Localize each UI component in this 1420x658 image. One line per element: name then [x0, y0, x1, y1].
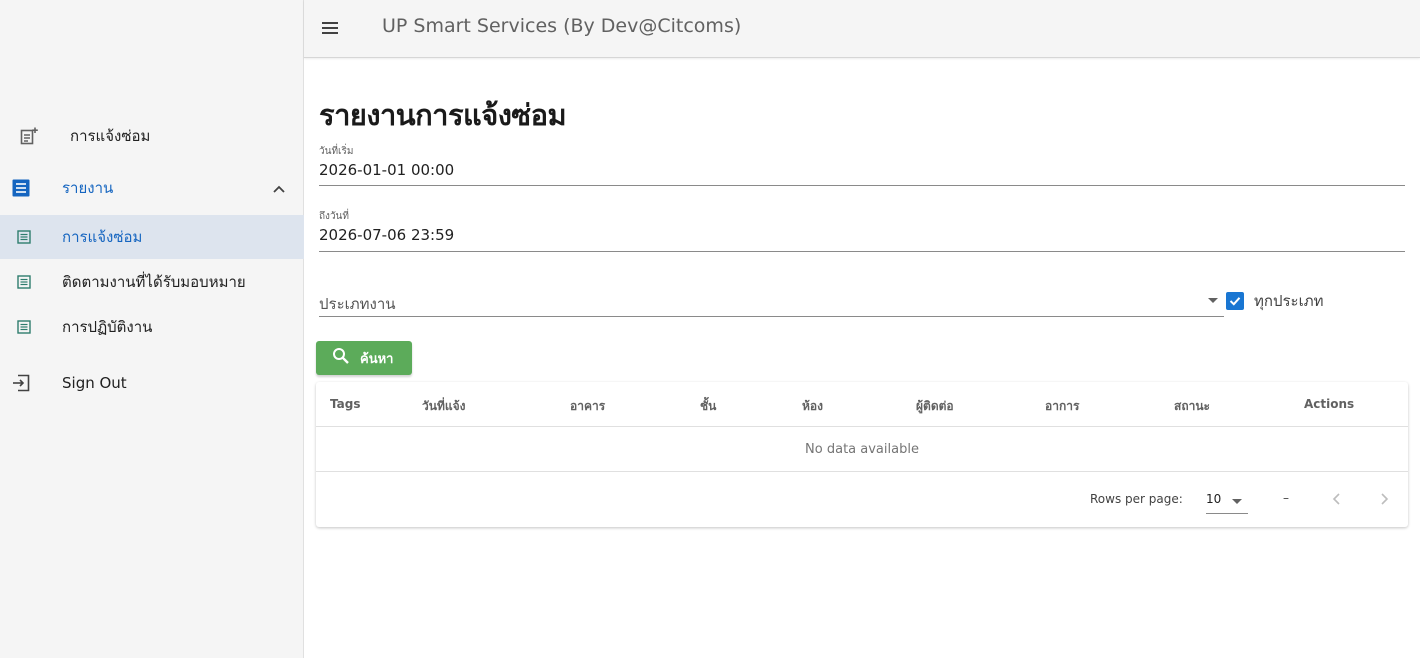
- app-bar: UP Smart Services (By Dev@Citcoms): [304, 0, 1420, 58]
- empty-state-text: No data available: [805, 441, 919, 457]
- sidebar-item-sign-out[interactable]: Sign Out: [0, 361, 304, 405]
- start-date-label: วันที่เริ่ม: [319, 146, 354, 157]
- column-header-status[interactable]: สถานะ: [1174, 397, 1210, 416]
- dropdown-arrow-icon[interactable]: [1232, 499, 1242, 504]
- repair-report-table: Tags วันที่แจ้ง อาคาร ชั้น ห้อง ผู้ติดต่…: [316, 382, 1408, 527]
- end-date-label: ถึงวันที่: [319, 211, 349, 222]
- sidebar-item-operations[interactable]: การปฏิบัติงาน: [0, 305, 304, 349]
- note-add-icon: [20, 127, 38, 145]
- end-date-field[interactable]: ถึงวันที่ 2026-07-06 23:59: [319, 209, 1405, 252]
- start-date-value[interactable]: 2026-01-01 00:00: [319, 161, 454, 179]
- rows-per-page-label: Rows per page:: [1090, 492, 1183, 506]
- sidebar-item-repair-request[interactable]: การแจ้งซ่อม: [0, 114, 304, 158]
- job-type-select[interactable]: ประเภทงาน: [319, 282, 1224, 317]
- sidebar-item-label: การแจ้งซ่อม: [62, 228, 143, 246]
- rows-per-page-value: 10: [1206, 492, 1222, 506]
- sidebar-item-label: ติดตามงานที่ได้รับมอบหมาย: [62, 273, 246, 291]
- column-header-report-date[interactable]: วันที่แจ้ง: [422, 397, 465, 416]
- column-header-building[interactable]: อาคาร: [570, 397, 605, 416]
- app-title: UP Smart Services (By Dev@Citcoms): [382, 15, 742, 37]
- sidebar-item-label: Sign Out: [62, 374, 127, 392]
- sidebar-item-label: การปฏิบัติงาน: [62, 318, 153, 336]
- menu-icon[interactable]: [318, 16, 342, 40]
- page-title: รายงานการแจ้งซ่อม: [319, 98, 567, 132]
- column-header-symptom[interactable]: อาการ: [1045, 397, 1079, 416]
- sign-out-icon: [12, 374, 30, 392]
- sidebar-item-report-repair[interactable]: การแจ้งซ่อม: [0, 215, 304, 259]
- job-type-label: ประเภทงาน: [319, 295, 396, 313]
- search-button-label: ค้นหา: [360, 351, 394, 367]
- table-empty-row: No data available: [316, 427, 1408, 472]
- table-footer: Rows per page: 10 –: [316, 472, 1408, 527]
- column-header-tags[interactable]: Tags: [330, 397, 360, 411]
- page-range: –: [1283, 491, 1289, 505]
- chevron-left-icon[interactable]: [1324, 486, 1350, 512]
- column-header-floor[interactable]: ชั้น: [700, 397, 716, 416]
- all-types-label: ทุกประเภท: [1254, 292, 1324, 310]
- dropdown-arrow-icon[interactable]: [1208, 298, 1218, 303]
- sidebar: การแจ้งซ่อม รายงาน การแจ้งซ่อม ติดตามงาน…: [0, 0, 304, 658]
- sidebar-group-report[interactable]: รายงาน: [0, 166, 304, 210]
- column-header-room[interactable]: ห้อง: [802, 397, 823, 416]
- column-header-contact[interactable]: ผู้ติดต่อ: [916, 397, 954, 416]
- rows-per-page-select[interactable]: 10: [1206, 486, 1248, 514]
- sidebar-item-label: รายงาน: [62, 179, 114, 197]
- search-button[interactable]: ค้นหา: [316, 341, 412, 375]
- column-header-actions: Actions: [1304, 397, 1355, 411]
- sidebar-item-track-assigned[interactable]: ติดตามงานที่ได้รับมอบหมาย: [0, 260, 304, 304]
- end-date-value[interactable]: 2026-07-06 23:59: [319, 226, 454, 244]
- sidebar-item-label: การแจ้งซ่อม: [70, 127, 151, 145]
- table-header: Tags วันที่แจ้ง อาคาร ชั้น ห้อง ผู้ติดต่…: [316, 382, 1408, 427]
- list-report-icon: [12, 179, 30, 197]
- list-icon: [17, 230, 31, 244]
- search-icon: [332, 347, 350, 369]
- all-types-checkbox[interactable]: ทุกประเภท: [1226, 291, 1324, 311]
- checkbox-checked-icon[interactable]: [1226, 292, 1244, 310]
- chevron-right-icon[interactable]: [1371, 486, 1397, 512]
- chevron-up-icon[interactable]: [272, 181, 286, 195]
- start-date-field[interactable]: วันที่เริ่ม 2026-01-01 00:00: [319, 144, 1405, 186]
- list-icon: [17, 320, 31, 334]
- list-icon: [17, 275, 31, 289]
